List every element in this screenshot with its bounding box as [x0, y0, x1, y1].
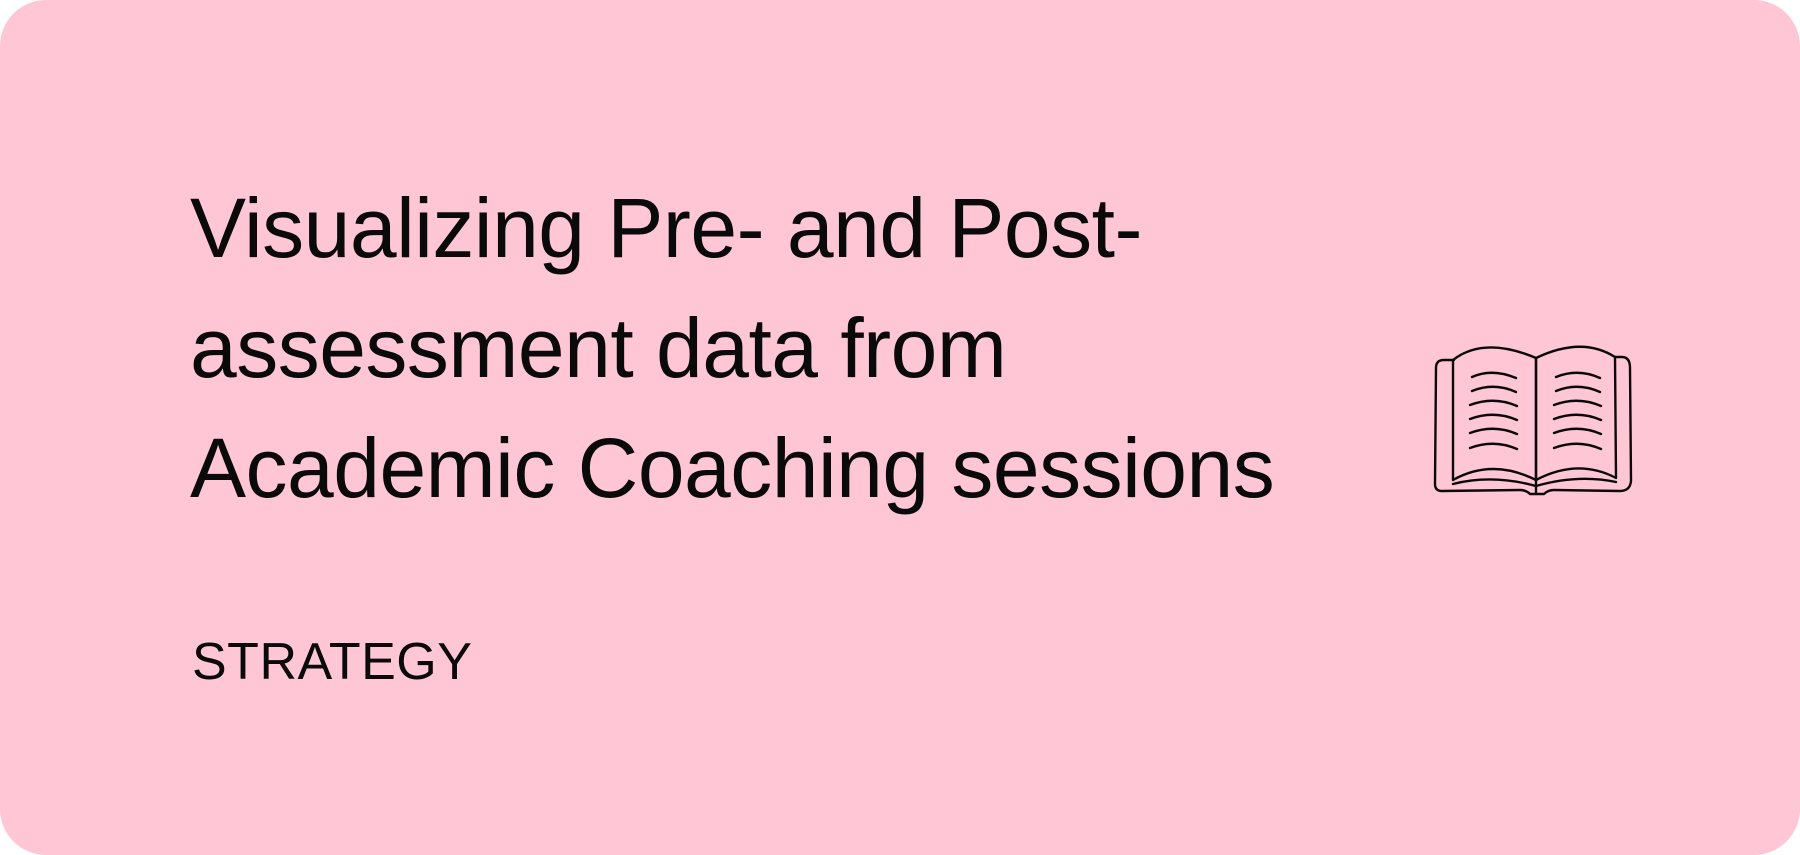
open-book-icon: [1433, 345, 1633, 496]
card-title: Visualizing Pre- and Post- assessment da…: [190, 168, 1350, 528]
card-title-line-2: assessment data from: [190, 301, 1007, 395]
card-category: STRATEGY: [192, 633, 473, 691]
card-title-line-1: Visualizing Pre- and Post-: [190, 181, 1142, 275]
article-card[interactable]: Visualizing Pre- and Post- assessment da…: [0, 0, 1800, 855]
card-title-line-3: Academic Coaching sessions: [190, 421, 1275, 515]
